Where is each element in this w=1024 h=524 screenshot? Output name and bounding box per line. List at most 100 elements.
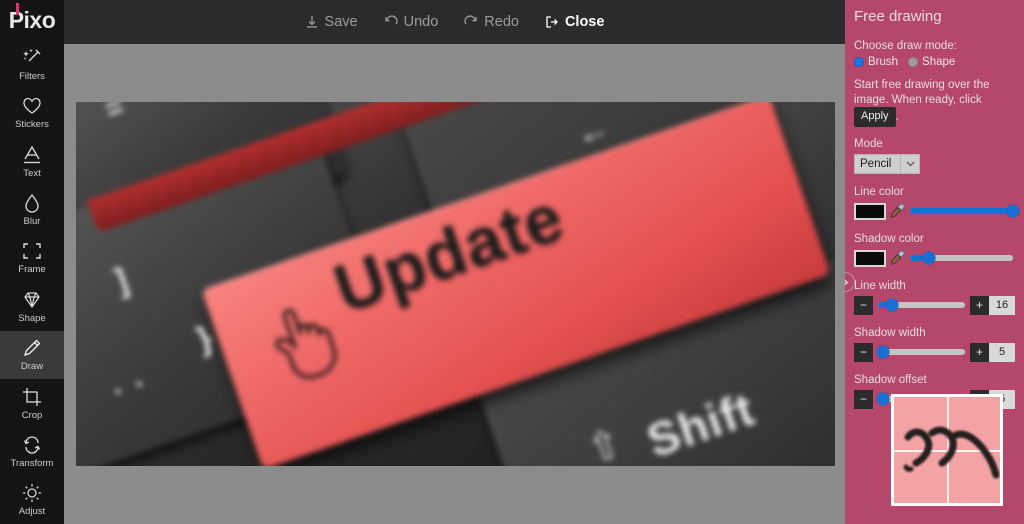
- preview-brush-stroke: [898, 419, 1000, 494]
- sidebar-item-label: Draw: [20, 361, 44, 373]
- line-color-swatch[interactable]: [854, 202, 886, 220]
- top-toolbar: Save Undo Redo Close: [64, 0, 845, 44]
- sidebar-item-label: Transform: [10, 457, 54, 469]
- keyboard-photo-content: = ] } . . ← Pr Update Shift ⇧: [76, 102, 835, 466]
- canvas-area[interactable]: = ] } . . ← Pr Update Shift ⇧: [64, 44, 845, 524]
- shadow-width-label: Shadow width: [854, 326, 926, 339]
- redo-button[interactable]: Redo: [464, 14, 519, 30]
- exit-icon: [545, 15, 559, 29]
- line-color-label: Line color: [854, 185, 904, 198]
- sidebar-item-transform[interactable]: Transform: [0, 427, 64, 475]
- undo-icon: [384, 15, 398, 29]
- sidebar-item-label: Frame: [18, 264, 46, 276]
- crop-icon: [21, 386, 43, 408]
- shadow-offset-label: Shadow offset: [854, 373, 927, 386]
- slider-thumb[interactable]: [876, 392, 890, 406]
- shadow-width-value: 5: [989, 342, 1015, 362]
- help-text-after: .: [895, 110, 899, 123]
- logo-accent-mark: [16, 3, 19, 15]
- save-button[interactable]: Save: [305, 14, 358, 30]
- shadow-width-track[interactable]: [873, 343, 970, 362]
- sidebar-item-label: Filters: [19, 70, 45, 82]
- sidebar-item-blur[interactable]: Blur: [0, 185, 64, 233]
- slider-thumb[interactable]: [1006, 204, 1020, 218]
- pixo-editor-window: Pixo Filters Stickers Text Blur Frame Sh…: [0, 0, 1024, 524]
- sidebar-item-label: Text: [23, 167, 41, 179]
- tool-sidebar: Pixo Filters Stickers Text Blur Frame Sh…: [0, 0, 64, 524]
- sidebar-item-text[interactable]: Text: [0, 137, 64, 185]
- download-icon: [305, 15, 319, 29]
- sidebar-item-label: Shape: [18, 312, 46, 324]
- droplet-icon: [21, 192, 43, 214]
- sidebar-item-label: Adjust: [18, 506, 46, 518]
- slider-thumb[interactable]: [876, 345, 890, 359]
- mode-label: Mode: [854, 137, 883, 150]
- radio-unselected-icon[interactable]: [908, 57, 919, 67]
- sidebar-item-crop[interactable]: Crop: [0, 379, 64, 427]
- editor-stage: Save Undo Redo Close =]} . . ← Update …: [64, 0, 845, 524]
- sidebar-item-frame[interactable]: Frame: [0, 234, 64, 282]
- frame-icon: [21, 240, 43, 262]
- draw-mode-option-shape[interactable]: Shape: [908, 56, 955, 68]
- slider-fill: [910, 208, 1013, 214]
- draw-mode-option-label: Shape: [922, 56, 956, 68]
- line-width-value: 16: [989, 295, 1015, 315]
- magic-wand-icon: [21, 47, 43, 69]
- eyedropper-icon[interactable]: [889, 203, 905, 220]
- pencil-icon: [21, 337, 43, 359]
- sidebar-item-draw[interactable]: Draw: [0, 330, 64, 379]
- shadow-offset-decrease-button[interactable]: −: [854, 389, 873, 409]
- sidebar-item-label: Stickers: [15, 119, 49, 131]
- sidebar-item-label: Blur: [23, 216, 41, 228]
- undo-button[interactable]: Undo: [384, 14, 439, 30]
- text-a-icon: [21, 144, 43, 166]
- line-color-controls: [854, 202, 1020, 221]
- slider-thumb[interactable]: [885, 298, 899, 312]
- shadow-width-controls: − + 5: [854, 342, 1015, 362]
- line-width-increase-button[interactable]: +: [970, 295, 989, 315]
- app-logo: Pixo: [0, 0, 64, 41]
- shadow-color-label: Shadow color: [854, 232, 924, 245]
- edited-image[interactable]: = ] } . . ← Pr Update Shift ⇧: [76, 102, 835, 466]
- free-drawing-panel: Free drawing Choose draw mode: Brush Sha…: [845, 0, 1024, 524]
- mode-select[interactable]: Pencil: [854, 153, 920, 174]
- sidebar-item-filters[interactable]: Filters: [0, 40, 64, 88]
- help-text-before: Start free drawing over the image. When …: [854, 79, 990, 106]
- chevron-down-icon: [900, 154, 919, 173]
- slider-thumb[interactable]: [922, 251, 936, 265]
- apply-button[interactable]: Apply: [854, 107, 896, 127]
- panel-help-text: Start free drawing over the image. When …: [854, 78, 1015, 127]
- radio-selected-icon[interactable]: [854, 57, 864, 67]
- eyedropper-icon[interactable]: [889, 250, 905, 267]
- heart-icon: [21, 95, 43, 117]
- sidebar-item-label: Crop: [21, 409, 43, 421]
- mode-select-value: Pencil: [860, 157, 892, 170]
- line-color-slider[interactable]: [910, 204, 1020, 218]
- line-width-controls: − + 16: [854, 295, 1015, 315]
- rotate-icon: [21, 434, 43, 456]
- redo-button-label: Redo: [484, 14, 519, 30]
- save-button-label: Save: [324, 14, 358, 30]
- line-width-decrease-button[interactable]: −: [854, 295, 873, 315]
- shadow-width-decrease-button[interactable]: −: [854, 342, 873, 362]
- draw-mode-option-brush[interactable]: Brush: [854, 56, 898, 68]
- sidebar-item-adjust[interactable]: Adjust: [0, 476, 64, 524]
- panel-title: Free drawing: [854, 8, 942, 25]
- shadow-width-increase-button[interactable]: +: [970, 342, 989, 362]
- brush-preview: [891, 394, 1003, 506]
- draw-mode-option-label: Brush: [868, 56, 899, 68]
- line-width-track[interactable]: [873, 296, 970, 315]
- close-button-label: Close: [564, 14, 605, 30]
- shadow-width-slider[interactable]: [876, 345, 965, 359]
- line-width-label: Line width: [854, 279, 906, 292]
- shadow-color-swatch[interactable]: [854, 249, 886, 267]
- line-width-slider[interactable]: [878, 298, 965, 312]
- undo-button-label: Undo: [403, 14, 439, 30]
- sidebar-item-shape[interactable]: Shape: [0, 282, 64, 330]
- close-button[interactable]: Close: [545, 14, 605, 30]
- shadow-color-slider[interactable]: [910, 251, 1013, 265]
- sidebar-item-stickers[interactable]: Stickers: [0, 89, 64, 137]
- diamond-icon: [21, 289, 43, 311]
- draw-mode-radio-group: Brush Shape: [854, 56, 1015, 68]
- draw-mode-label: Choose draw mode:: [854, 40, 957, 52]
